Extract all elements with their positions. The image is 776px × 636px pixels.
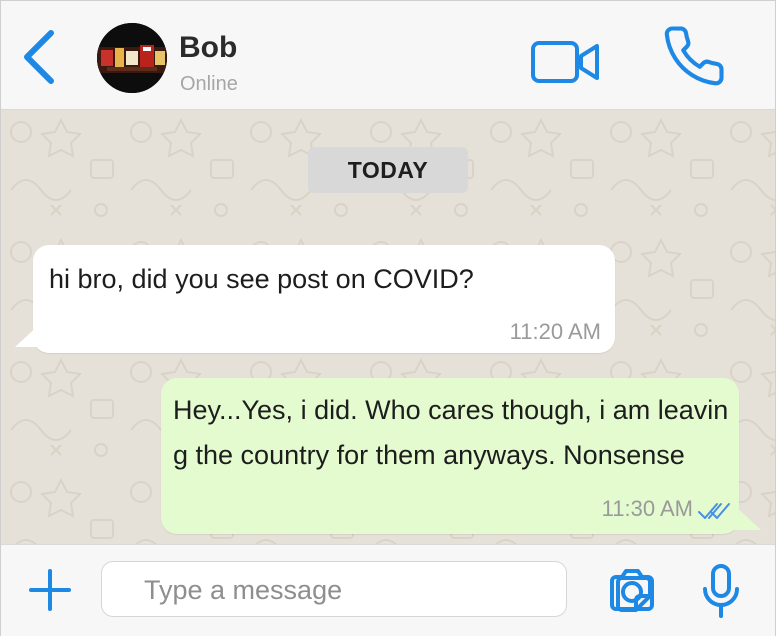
video-camera-icon (531, 41, 599, 83)
outgoing-message[interactable]: Hey...Yes, i did. Who cares though, i am… (161, 378, 761, 534)
composer-bar (1, 544, 775, 636)
back-button[interactable] (17, 27, 61, 87)
contact-name[interactable]: Bob (179, 31, 237, 65)
chevron-left-icon (24, 30, 54, 84)
bubble-tail (733, 504, 761, 530)
video-call-button[interactable] (529, 37, 603, 87)
attach-button[interactable] (27, 567, 73, 613)
bubble-tail (15, 323, 41, 347)
camera-button[interactable] (607, 567, 657, 613)
message-field[interactable] (101, 561, 652, 617)
chat-screen: Bob Online TODAY hi bro, did you see pos… (0, 0, 776, 636)
microphone-icon (703, 564, 739, 618)
date-separator: TODAY (308, 147, 468, 193)
message-time: 11:30 AM (601, 496, 693, 521)
camera-icon (610, 569, 654, 611)
message-time: 11:20 AM (509, 319, 601, 344)
phone-icon (664, 26, 724, 86)
message-text: hi bro, did you see post on COVID? (49, 264, 474, 294)
contact-status: Online (180, 73, 238, 95)
avatar[interactable] (97, 23, 167, 93)
message-input[interactable] (142, 570, 506, 610)
microphone-button[interactable] (701, 563, 741, 619)
avatar-image (97, 23, 167, 93)
message-text: Hey...Yes, i did. Who cares though, i am… (173, 395, 729, 470)
voice-call-button[interactable] (661, 23, 727, 89)
incoming-message[interactable]: hi bro, did you see post on COVID? 11:20… (15, 245, 615, 353)
double-check-icon (698, 503, 730, 519)
plus-icon (29, 569, 71, 611)
message-list[interactable]: TODAY hi bro, did you see post on COVID?… (1, 110, 775, 544)
chat-header: Bob Online (1, 1, 775, 110)
